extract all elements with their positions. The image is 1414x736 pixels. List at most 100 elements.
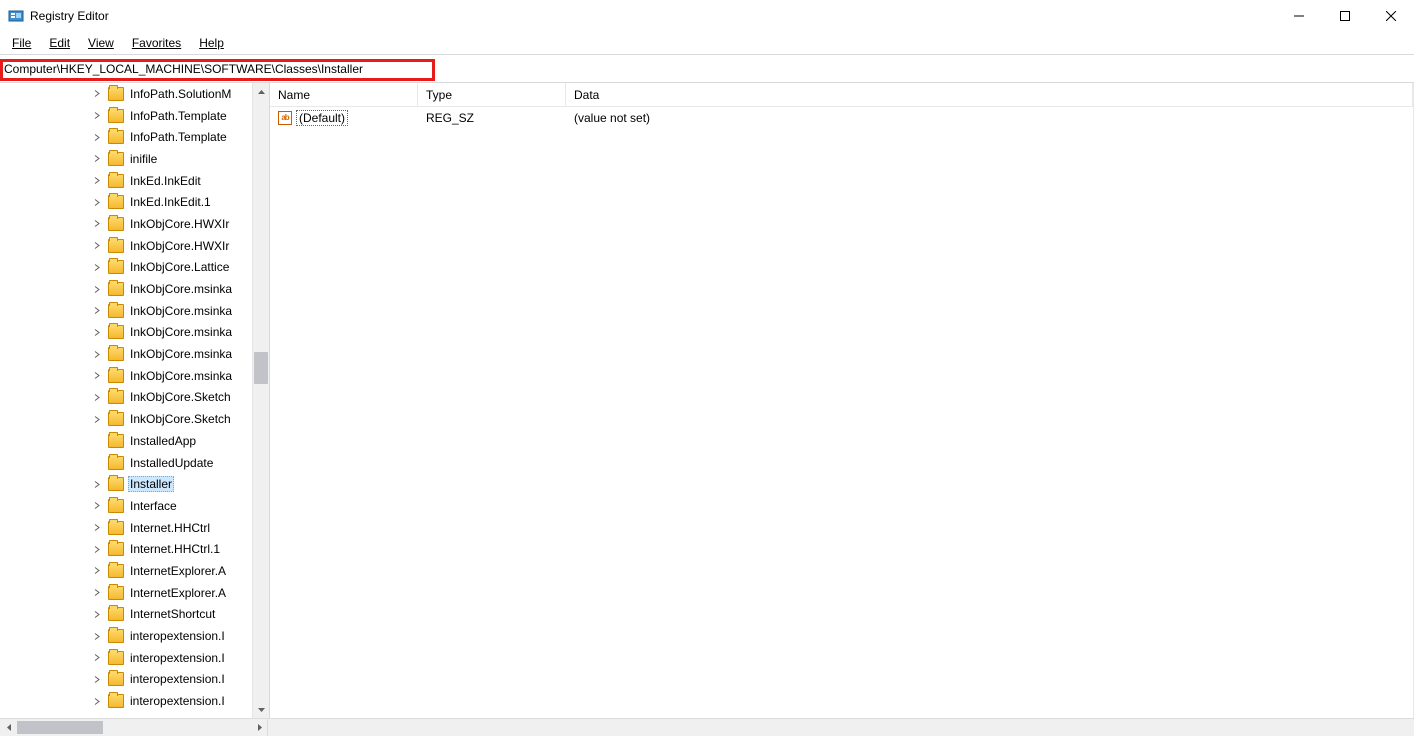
chevron-right-icon[interactable] bbox=[92, 501, 101, 510]
folder-icon bbox=[108, 694, 124, 708]
tree-item[interactable]: interopextension.I bbox=[0, 647, 269, 669]
scroll-down-icon[interactable] bbox=[253, 701, 269, 718]
chevron-right-icon[interactable] bbox=[92, 371, 101, 380]
tree-item[interactable]: interopextension.I bbox=[0, 625, 269, 647]
chevron-right-icon[interactable] bbox=[92, 545, 101, 554]
minimize-button[interactable] bbox=[1276, 0, 1322, 32]
menu-help[interactable]: Help bbox=[191, 34, 232, 52]
hscroll-track[interactable] bbox=[17, 719, 268, 736]
tree-item[interactable]: InkObjCore.msinka bbox=[0, 300, 269, 322]
menu-edit[interactable]: Edit bbox=[41, 34, 78, 52]
tree-item-label: Internet.HHCtrl bbox=[128, 520, 212, 536]
tree-item[interactable]: InternetExplorer.A bbox=[0, 582, 269, 604]
tree-item[interactable]: interopextension.I bbox=[0, 669, 269, 691]
tree-item[interactable]: InkObjCore.HWXIr bbox=[0, 213, 269, 235]
tree-item[interactable]: inifile bbox=[0, 148, 269, 170]
scroll-left-icon[interactable] bbox=[0, 719, 17, 736]
scroll-thumb[interactable] bbox=[254, 352, 268, 384]
chevron-right-icon[interactable] bbox=[92, 523, 101, 532]
chevron-right-icon[interactable] bbox=[92, 566, 101, 575]
folder-icon bbox=[108, 586, 124, 600]
tree-item[interactable]: InkObjCore.msinka bbox=[0, 278, 269, 300]
chevron-right-icon[interactable] bbox=[92, 133, 101, 142]
chevron-right-icon[interactable] bbox=[92, 306, 101, 315]
tree-item-label: interopextension.I bbox=[128, 693, 227, 709]
tree-item-label: InkObjCore.HWXIr bbox=[128, 216, 231, 232]
menu-favorites[interactable]: Favorites bbox=[124, 34, 189, 52]
value-row[interactable]: ab(Default)REG_SZ(value not set) bbox=[270, 107, 1413, 129]
folder-icon bbox=[108, 390, 124, 404]
folder-icon bbox=[108, 412, 124, 426]
column-header-name[interactable]: Name bbox=[270, 83, 418, 106]
maximize-button[interactable] bbox=[1322, 0, 1368, 32]
column-header-type[interactable]: Type bbox=[418, 83, 566, 106]
chevron-right-icon[interactable] bbox=[92, 241, 101, 250]
tree-item[interactable]: Internet.HHCtrl.1 bbox=[0, 538, 269, 560]
tree-item[interactable]: InfoPath.Template bbox=[0, 126, 269, 148]
tree-item[interactable]: InkObjCore.Lattice bbox=[0, 257, 269, 279]
tree-item-label: Interface bbox=[128, 498, 179, 514]
menu-file[interactable]: File bbox=[4, 34, 39, 52]
horizontal-scrollbar[interactable] bbox=[0, 718, 1414, 736]
tree-item[interactable]: Internet.HHCtrl bbox=[0, 517, 269, 539]
tree-item[interactable]: InkEd.InkEdit.1 bbox=[0, 191, 269, 213]
tree-item[interactable]: InkObjCore.HWXIr bbox=[0, 235, 269, 257]
chevron-right-icon[interactable] bbox=[92, 219, 101, 228]
tree-item[interactable]: Installer bbox=[0, 473, 269, 495]
tree-item-label: Installer bbox=[128, 476, 174, 492]
tree-item[interactable]: InstalledApp bbox=[0, 430, 269, 452]
tree-item[interactable]: InkEd.InkEdit bbox=[0, 170, 269, 192]
column-header-data[interactable]: Data bbox=[566, 83, 1413, 106]
folder-icon bbox=[108, 152, 124, 166]
chevron-right-icon[interactable] bbox=[92, 480, 101, 489]
chevron-right-icon[interactable] bbox=[92, 588, 101, 597]
chevron-right-icon[interactable] bbox=[92, 89, 101, 98]
chevron-right-icon[interactable] bbox=[92, 263, 101, 272]
chevron-right-icon[interactable] bbox=[92, 111, 101, 120]
tree-vertical-scrollbar[interactable] bbox=[252, 83, 269, 718]
chevron-right-icon[interactable] bbox=[92, 198, 101, 207]
address-input[interactable] bbox=[0, 55, 1414, 82]
tree-item[interactable]: InkObjCore.Sketch bbox=[0, 408, 269, 430]
string-value-icon: ab bbox=[278, 111, 292, 125]
tree-item[interactable]: InfoPath.SolutionM bbox=[0, 83, 269, 105]
chevron-right-icon[interactable] bbox=[92, 393, 101, 402]
chevron-right-icon[interactable] bbox=[92, 328, 101, 337]
value-type: REG_SZ bbox=[418, 111, 566, 125]
chevron-right-icon[interactable] bbox=[92, 350, 101, 359]
tree-item-label: InfoPath.Template bbox=[128, 108, 229, 124]
tree-item[interactable]: Interface bbox=[0, 495, 269, 517]
values-pane[interactable]: Name Type Data ab(Default)REG_SZ(value n… bbox=[270, 83, 1414, 718]
tree-item-label: InkObjCore.msinka bbox=[128, 368, 234, 384]
folder-icon bbox=[108, 521, 124, 535]
chevron-right-icon[interactable] bbox=[92, 632, 101, 641]
folder-icon bbox=[108, 174, 124, 188]
tree-pane[interactable]: InfoPath.SolutionM InfoPath.Template InfoP… bbox=[0, 83, 270, 718]
tree-item[interactable]: InkObjCore.msinka bbox=[0, 322, 269, 344]
chevron-right-icon[interactable] bbox=[92, 610, 101, 619]
chevron-right-icon[interactable] bbox=[92, 285, 101, 294]
scroll-track[interactable] bbox=[253, 100, 269, 701]
tree-item[interactable]: InkObjCore.Sketch bbox=[0, 387, 269, 409]
tree-item-label: InkObjCore.msinka bbox=[128, 303, 234, 319]
menu-view[interactable]: View bbox=[80, 34, 122, 52]
chevron-right-icon[interactable] bbox=[92, 176, 101, 185]
tree-item[interactable]: InkObjCore.msinka bbox=[0, 365, 269, 387]
chevron-right-icon[interactable] bbox=[92, 675, 101, 684]
chevron-right-icon[interactable] bbox=[92, 154, 101, 163]
chevron-right-icon[interactable] bbox=[92, 697, 101, 706]
hscroll-thumb[interactable] bbox=[17, 721, 103, 734]
close-button[interactable] bbox=[1368, 0, 1414, 32]
titlebar[interactable]: Registry Editor bbox=[0, 0, 1414, 32]
chevron-right-icon[interactable] bbox=[92, 415, 101, 424]
tree-item[interactable]: InternetExplorer.A bbox=[0, 560, 269, 582]
tree-item[interactable]: InfoPath.Template bbox=[0, 105, 269, 127]
scroll-up-icon[interactable] bbox=[253, 83, 269, 100]
tree-item[interactable]: InstalledUpdate bbox=[0, 452, 269, 474]
value-name-cell: ab(Default) bbox=[270, 110, 418, 126]
tree-item[interactable]: InternetShortcut bbox=[0, 604, 269, 626]
tree-item[interactable]: InkObjCore.msinka bbox=[0, 343, 269, 365]
chevron-right-icon[interactable] bbox=[92, 653, 101, 662]
tree-item[interactable]: interopextension.I bbox=[0, 690, 269, 712]
tree-item-label: InkEd.InkEdit.1 bbox=[128, 194, 213, 210]
